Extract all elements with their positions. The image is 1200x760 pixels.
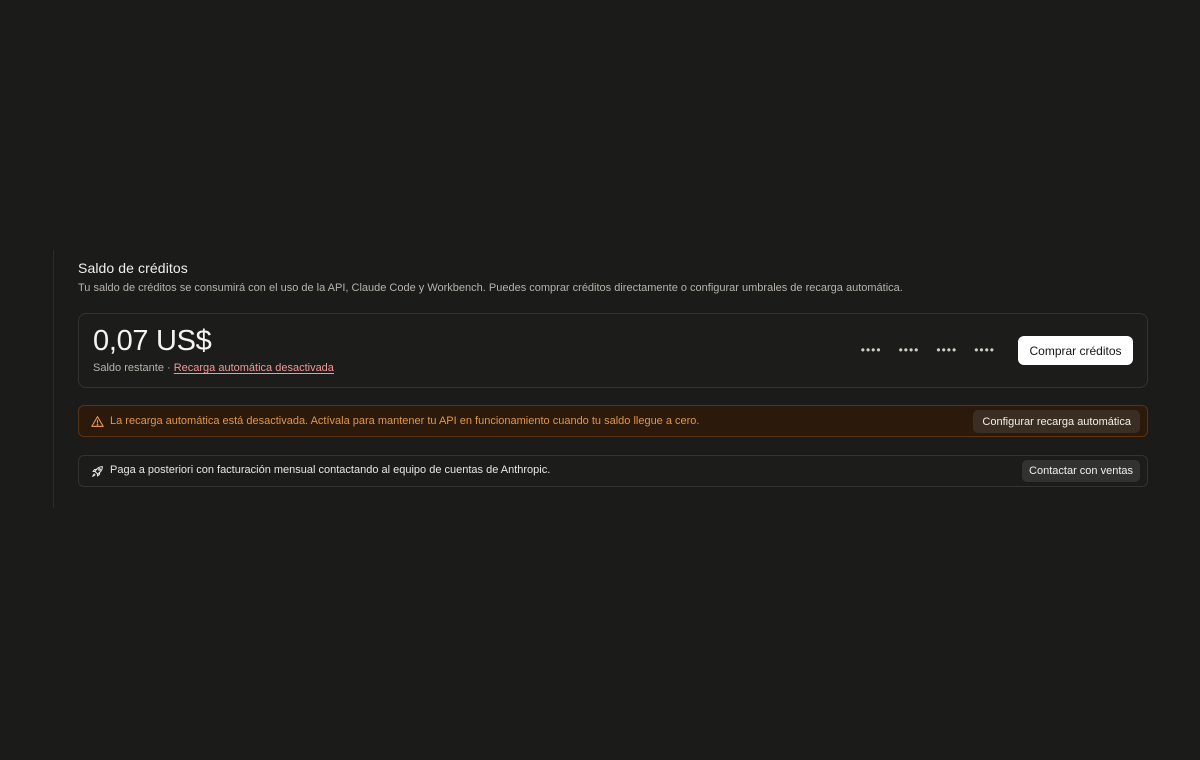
card-digits-group: •••• xyxy=(974,343,995,357)
card-digits-group: •••• xyxy=(860,343,882,357)
auto-reload-warning-banner: La recarga automática está desactivada. … xyxy=(78,405,1148,437)
balance-card: 0,07 US$ Saldo restante · Recarga automá… xyxy=(78,313,1148,388)
buy-credits-button[interactable]: Comprar créditos xyxy=(1018,336,1133,365)
card-digits-group: •••• xyxy=(898,343,920,357)
postpay-text: Paga a posteriori con facturación mensua… xyxy=(110,464,551,476)
warning-text: La recarga automática está desactivada. … xyxy=(110,415,700,427)
remaining-balance-label: Saldo restante · xyxy=(93,362,171,374)
warning-triangle-icon xyxy=(91,415,104,428)
card-digits-group: •••• xyxy=(936,343,958,357)
credit-balance-section: Saldo de créditos Tu saldo de créditos s… xyxy=(53,250,1148,508)
contact-sales-button[interactable]: Contactar con ventas xyxy=(1022,460,1140,482)
balance-amount: 0,07 US$ xyxy=(93,325,212,357)
balance-subtitle: Saldo restante · Recarga automática desa… xyxy=(93,362,334,374)
masked-card-number: •••• •••• •••• •••• xyxy=(861,343,995,357)
auto-reload-status-link[interactable]: Recarga automática desactivada xyxy=(174,362,334,374)
section-description: Tu saldo de créditos se consumirá con el… xyxy=(78,282,903,294)
configure-auto-reload-button[interactable]: Configurar recarga automática xyxy=(973,410,1140,433)
section-title: Saldo de créditos xyxy=(78,260,188,276)
rocket-icon xyxy=(91,465,104,478)
postpay-banner: Paga a posteriori con facturación mensua… xyxy=(78,455,1148,487)
